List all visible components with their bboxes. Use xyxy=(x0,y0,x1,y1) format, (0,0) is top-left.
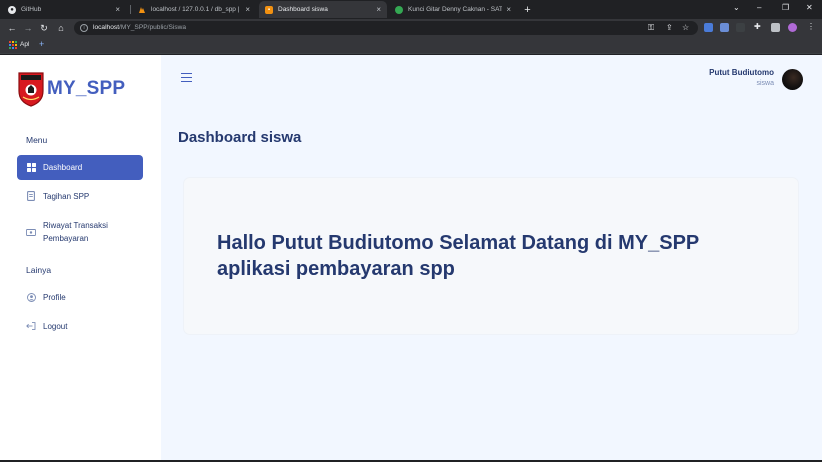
share-icon[interactable]: ⇪ xyxy=(666,23,673,32)
sidebar-item-riwayat-transaksi[interactable]: Riwayat Transaksi Pembayaran xyxy=(17,218,143,246)
add-bookmark-icon[interactable]: + xyxy=(39,39,44,49)
phpmyadmin-icon xyxy=(138,6,146,14)
url-host: localhost xyxy=(93,24,120,31)
extension-icon[interactable] xyxy=(736,23,745,32)
sidebar-item-label: Profile xyxy=(43,292,66,302)
cash-icon xyxy=(26,227,36,237)
close-window-icon[interactable]: ✕ xyxy=(806,3,813,12)
sidebar-item-profile[interactable]: Profile xyxy=(17,290,143,304)
browser-toolbar: ← → ↻ ⌂ i localhost/MY_SPP/public/Siswa … xyxy=(0,19,822,37)
site-info-icon[interactable]: i xyxy=(80,24,88,32)
tab-separator xyxy=(130,5,131,14)
site-favicon-icon xyxy=(395,5,403,14)
key-icon[interactable]: ⚿ xyxy=(648,23,654,33)
grid-icon xyxy=(26,163,36,173)
new-tab-button[interactable]: + xyxy=(521,3,534,16)
minimize-icon[interactable]: – xyxy=(757,3,761,12)
reload-icon[interactable]: ↻ xyxy=(38,22,50,34)
brand-name: MY_SPP xyxy=(47,78,126,99)
tab-dashboard-siswa[interactable]: ▪ Dashboard siswa × xyxy=(259,1,387,18)
bookmarks-bar: Apl + xyxy=(0,37,822,54)
tab-github[interactable]: ● GitHub × xyxy=(2,1,126,18)
brand-logo[interactable]: MY_SPP xyxy=(17,71,125,107)
tab-phpmyadmin[interactable]: localhost / 127.0.0.1 / db_spp | p × xyxy=(132,1,256,18)
school-shield-icon xyxy=(18,72,44,107)
user-name[interactable]: Putut Budiutomo xyxy=(709,68,774,77)
welcome-message: Hallo Putut Budiutomo Selamat Datang di … xyxy=(217,232,699,280)
close-icon[interactable]: × xyxy=(115,5,120,14)
more-menu-icon[interactable]: ⋮ xyxy=(807,22,815,31)
sidebar-item-label: Tagihan SPP xyxy=(43,191,90,201)
avatar[interactable] xyxy=(782,69,803,90)
user-circle-icon xyxy=(26,292,36,302)
url-path: /MY_SPP/public/Siswa xyxy=(119,24,187,31)
welcome-card: Hallo Putut Budiutomo Selamat Datang di … xyxy=(184,178,798,334)
browser-tab-strip: ● GitHub × localhost / 127.0.0.1 / db_sp… xyxy=(0,0,822,19)
user-role: siswa xyxy=(756,80,774,87)
home-icon[interactable]: ⌂ xyxy=(55,22,67,34)
tab-kunci-gitar[interactable]: Kunci Gitar Denny Caknan - SATU × xyxy=(389,1,517,18)
logout-icon xyxy=(26,321,36,331)
tab-title: GitHub xyxy=(21,6,42,13)
close-icon[interactable]: × xyxy=(506,5,511,14)
hamburger-menu-icon[interactable] xyxy=(181,73,192,82)
extension-icon[interactable] xyxy=(720,23,729,32)
sidebar-item-dashboard[interactable]: Dashboard xyxy=(17,155,143,180)
web-page: MY_SPP Menu Dashboard Tagihan SPP Riwaya… xyxy=(0,55,822,460)
puzzle-extensions-icon[interactable]: ✚ xyxy=(754,22,761,31)
tab-title: Kunci Gitar Denny Caknan - SATU xyxy=(408,6,503,13)
sidepanel-icon[interactable] xyxy=(771,23,780,32)
address-bar[interactable]: i localhost/MY_SPP/public/Siswa ⚿ ⇪ ☆ xyxy=(74,21,698,35)
bookmark-star-icon[interactable]: ☆ xyxy=(682,23,689,32)
sidebar: MY_SPP Menu Dashboard Tagihan SPP Riwaya… xyxy=(0,55,161,460)
close-icon[interactable]: × xyxy=(376,5,381,14)
back-icon[interactable]: ← xyxy=(6,22,18,34)
address-url[interactable]: localhost/MY_SPP/public/Siswa xyxy=(93,24,186,31)
profile-icon[interactable] xyxy=(788,23,797,32)
tab-title: Dashboard siswa xyxy=(278,6,328,13)
tab-search-icon[interactable]: ⌄ xyxy=(733,3,740,12)
close-icon[interactable]: × xyxy=(245,5,250,14)
sidebar-item-label: Logout xyxy=(43,321,68,331)
apps-bookmark[interactable]: Apl xyxy=(20,41,29,48)
menu-section-title: Menu xyxy=(26,135,48,145)
sidebar-item-label: Riwayat Transaksi Pembayaran xyxy=(43,221,108,243)
page-favicon-icon: ▪ xyxy=(265,5,273,14)
sidebar-item-tagihan-spp[interactable]: Tagihan SPP xyxy=(17,189,143,203)
sidebar-item-logout[interactable]: Logout xyxy=(17,319,143,333)
translate-extension-icon[interactable] xyxy=(704,23,713,32)
forward-icon[interactable]: → xyxy=(22,22,34,34)
tab-title: localhost / 127.0.0.1 / db_spp | p xyxy=(151,6,242,13)
github-icon: ● xyxy=(8,5,16,14)
page-title: Dashboard siswa xyxy=(178,129,302,146)
restore-icon[interactable]: ❐ xyxy=(782,3,789,12)
apps-grid-icon[interactable] xyxy=(9,41,17,49)
receipt-icon xyxy=(26,191,36,201)
other-section-title: Lainya xyxy=(26,265,52,275)
sidebar-item-label: Dashboard xyxy=(43,163,83,172)
